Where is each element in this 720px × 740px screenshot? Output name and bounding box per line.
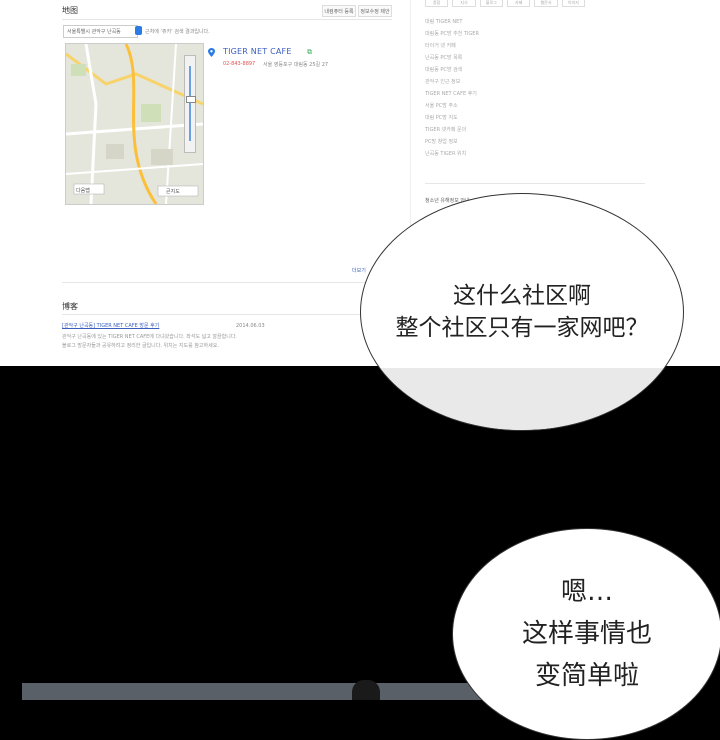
divider: [62, 282, 392, 283]
bubble-2-line-2: 这样事情也: [521, 619, 652, 649]
blog-section-title: 博客: [62, 302, 78, 311]
related-item[interactable]: 대림 PC방 지도: [425, 114, 458, 122]
related-item[interactable]: TIGER 넷카페 문의: [425, 126, 466, 134]
divider: [62, 314, 392, 315]
divider: [425, 183, 645, 184]
related-item[interactable]: PC방 창업 정보: [425, 138, 458, 146]
related-item[interactable]: 서울 PC방 주소: [425, 102, 458, 110]
column-divider: [410, 0, 411, 260]
blog-snippet: 관악구 난곡동에 있는 TIGER NET CAFE에 다녀왔습니다. 좌석도 …: [62, 333, 237, 351]
bubble-1-line-2: 整个社区只有一家网吧？: [395, 315, 649, 341]
map-footer-right[interactable]: 큰지도: [166, 188, 180, 195]
character-silhouette: [352, 680, 380, 700]
map-roads: [66, 44, 203, 204]
map-button-edit[interactable]: 정보수정 제안: [358, 5, 392, 17]
place-phone: 02-843-8897: [223, 61, 256, 67]
divider: [62, 19, 392, 20]
bubble-1-line-1: 这什么社区啊: [453, 283, 591, 309]
address-note: 근처에 ‘쥬카’ 검색 결과입니다.: [145, 29, 210, 35]
blog-post-link[interactable]: [관악구 난곡동] TIGER NET CAFE 방문 후기: [62, 322, 159, 329]
blog-line: 블로그 방문자들과 공유하려고 정리한 글입니다. 위치는 지도를 참고하세요.: [62, 343, 219, 349]
related-item[interactable]: 관악구 인근 정보: [425, 78, 460, 86]
map-button-register[interactable]: 내컴퓨터 등록: [322, 5, 356, 17]
speech-bubble-2: 嗯… 这样事情也 变简单啦: [452, 528, 720, 740]
bubble-2-line-3: 变简单啦: [534, 661, 639, 691]
map-section-title: 地图: [62, 6, 78, 15]
zoom-track: [189, 66, 191, 141]
more-link[interactable]: 더보기: [352, 267, 366, 274]
address-input[interactable]: 서울특별시 관악구 난곡동: [63, 25, 138, 38]
blog-line: 관악구 난곡동에 있는 TIGER NET CAFE에 다녀왔습니다. 좌석도 …: [62, 334, 238, 340]
related-search-list: 대림 TIGER NET 대림동 PC방 추천 TIGER 타이거 넷 카페 난…: [425, 0, 645, 204]
map-pin-icon: [208, 48, 215, 57]
floor-strip: [22, 683, 482, 700]
related-item[interactable]: TIGER NET CAFE 후기: [425, 90, 477, 98]
zoom-handle[interactable]: [186, 96, 196, 103]
related-item[interactable]: 난곡동 TIGER 위치: [425, 150, 466, 158]
related-item[interactable]: 대림동 PC방 추천 TIGER: [425, 30, 479, 38]
related-item[interactable]: 대림동 PC방 검색: [425, 66, 462, 74]
map-footer-left[interactable]: 다음맵: [76, 187, 90, 194]
blog-date: 2014.06.03: [236, 323, 265, 329]
place-name-link[interactable]: TIGER NET CAFE: [223, 47, 292, 56]
speech-bubble-1: 这什么社区啊 整个社区只有一家网吧？: [360, 193, 684, 431]
external-link-icon[interactable]: ⧉: [307, 48, 312, 57]
related-item[interactable]: 타이거 넷 카페: [425, 42, 456, 50]
related-item[interactable]: 대림 TIGER NET: [425, 18, 462, 26]
location-icon: [135, 26, 142, 35]
bubble-shade: [361, 368, 683, 430]
place-address: 서울 영등포구 대림동 25길 27: [263, 62, 329, 68]
map-zoom-slider[interactable]: [184, 55, 196, 153]
bubble-2-line-1: 嗯…: [560, 577, 613, 607]
related-item[interactable]: 난곡동 PC방 목록: [425, 54, 462, 62]
